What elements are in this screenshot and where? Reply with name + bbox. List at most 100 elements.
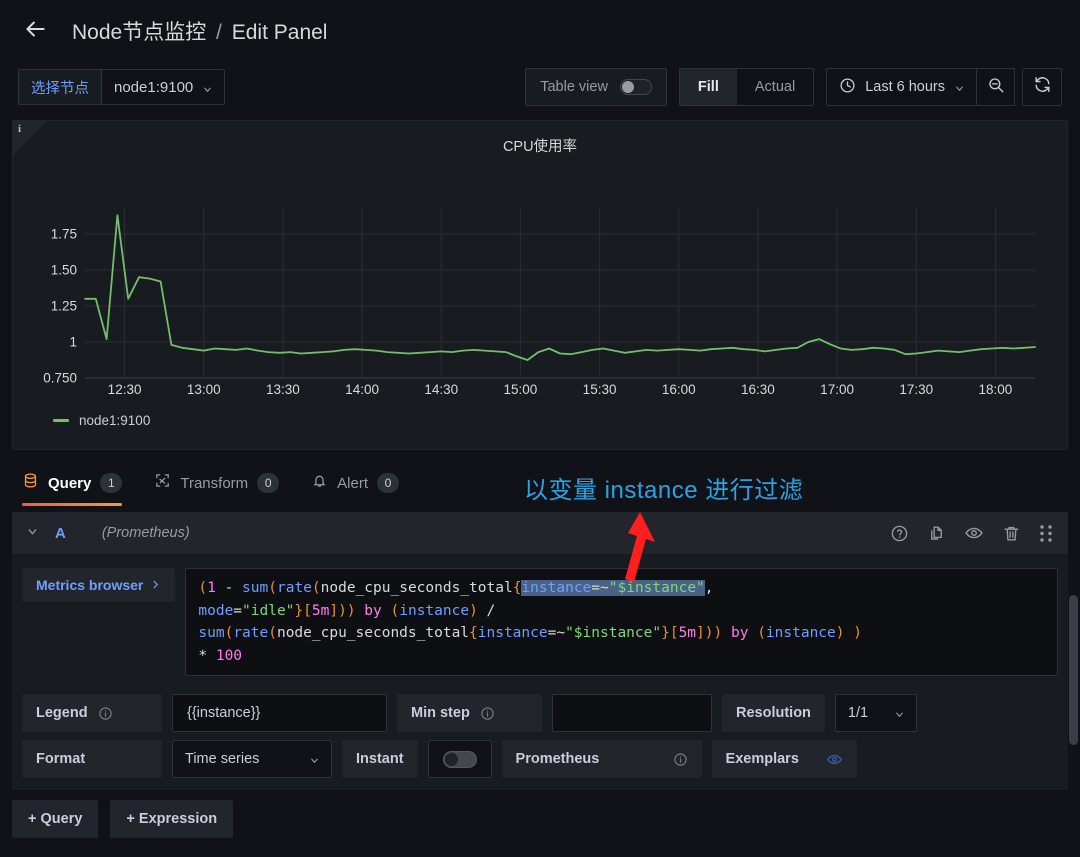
promql-token: by	[364, 602, 382, 619]
promql-token: "idle"	[242, 602, 295, 619]
page-title: Edit Panel	[231, 21, 328, 44]
metrics-browser-button[interactable]: Metrics browser	[22, 568, 176, 602]
promql-token: =	[591, 580, 601, 596]
tab-query-label: Query	[48, 474, 92, 492]
query-datasource-label: (Prometheus)	[101, 525, 190, 541]
format-label-text: Format	[36, 751, 86, 767]
drag-handle-icon[interactable]	[1039, 524, 1054, 543]
legend-input[interactable]: {{instance}}	[172, 694, 387, 732]
timeseries-chart	[84, 208, 1036, 379]
annotation-text: 以变量 instance 进行过滤	[524, 477, 804, 504]
chevron-down-icon	[894, 708, 904, 718]
instant-toggle-cell[interactable]	[427, 740, 492, 778]
y-axis-tick: 1	[69, 334, 77, 350]
info-icon[interactable]	[673, 752, 688, 767]
metrics-browser-label: Metrics browser	[36, 577, 144, 593]
promql-token: (	[311, 580, 321, 596]
resolution-select-value: 1/1	[847, 705, 869, 721]
add-expression-button[interactable]: + Expression	[110, 800, 234, 838]
toggle-knob	[444, 752, 458, 766]
format-select[interactable]: Time series	[172, 740, 332, 778]
chevron-down-icon	[202, 82, 212, 92]
breadcrumb-dashboard[interactable]: Node节点监控	[72, 21, 206, 44]
time-range-picker[interactable]: Last 6 hours	[826, 68, 977, 106]
legend-color-swatch	[53, 419, 69, 422]
promql-token: )	[469, 602, 478, 619]
refresh-button[interactable]	[1022, 68, 1062, 106]
zoom-out-icon	[987, 76, 1005, 99]
eye-icon[interactable]	[964, 523, 984, 543]
legend-label-text: Legend	[36, 705, 88, 721]
y-axis-tick: 1.75	[50, 226, 77, 242]
variable-select-value: node1:9100	[114, 78, 194, 96]
query-footer-actions: + Query + Expression	[0, 790, 1080, 838]
legend-series-label: node1:9100	[79, 413, 151, 428]
query-body: Metrics browser (1 - sum(rate(node_cpu_s…	[12, 554, 1068, 686]
promql-token: -	[224, 580, 234, 596]
promql-token: )	[853, 625, 862, 641]
table-view-label: Table view	[540, 79, 608, 95]
breadcrumb-separator: /	[216, 21, 222, 44]
transform-icon	[154, 472, 171, 494]
promql-token: (	[198, 580, 208, 596]
duplicate-icon[interactable]	[927, 524, 946, 543]
x-axis-tick: 13:30	[266, 382, 300, 397]
vertical-scrollbar[interactable]	[1069, 595, 1078, 745]
chart-legend[interactable]: node1:9100	[13, 411, 1067, 428]
instant-toggle[interactable]	[442, 750, 477, 768]
x-axis-tick: 14:30	[424, 382, 459, 397]
add-query-button[interactable]: + Query	[12, 800, 99, 838]
promql-token: )	[835, 625, 845, 641]
resolution-option-label: Resolution	[722, 694, 825, 732]
query-options-row-2: Format Time series Instant Prometheus Ex…	[22, 740, 1058, 778]
tab-transform[interactable]: Transform 0	[154, 460, 280, 506]
query-options-row-1: Legend {{instance}} Min step Resolution …	[22, 694, 1058, 732]
promql-token: )	[338, 602, 347, 619]
tab-alert-count: 0	[377, 473, 399, 493]
promql-token: )	[713, 625, 723, 641]
chart-plot-area[interactable]: 1.75 1.50 1.25 1 0.750 12:30 13:00 13:30 14:00 1…	[13, 156, 1067, 411]
promql-token: sum	[198, 625, 225, 641]
prometheus-label-text: Prometheus	[515, 751, 600, 767]
query-ref-id[interactable]: A	[55, 525, 66, 542]
table-view-toggle[interactable]	[619, 79, 652, 95]
info-icon[interactable]	[98, 706, 113, 721]
x-axis-tick: 17:30	[899, 382, 934, 397]
help-icon[interactable]	[890, 524, 909, 543]
min-step-input[interactable]	[552, 694, 712, 732]
time-range-group: Last 6 hours	[826, 68, 1062, 106]
promql-token: (	[268, 580, 277, 596]
tab-alert[interactable]: Alert 0	[311, 460, 399, 506]
exemplars-eye-icon[interactable]	[826, 751, 843, 768]
promql-token	[478, 603, 487, 619]
query-editor-section: A (Prometheus) Metrics browser (1 - sum(…	[12, 512, 1068, 790]
zoom-out-button[interactable]	[977, 68, 1015, 106]
variable-label-node: 选择节点	[18, 69, 101, 105]
info-icon[interactable]	[480, 706, 495, 721]
resolution-select[interactable]: 1/1	[834, 694, 917, 732]
actual-button[interactable]: Actual	[737, 69, 813, 105]
min-step-option-label: Min step	[397, 694, 542, 732]
y-axis-tick: 0.750	[43, 370, 77, 386]
variable-select-node[interactable]: node1:9100	[101, 69, 226, 105]
chevron-down-icon[interactable]	[26, 525, 39, 541]
panel-description-corner[interactable]: i	[13, 121, 47, 155]
promql-token: instance	[399, 602, 470, 619]
info-corner-icon: i	[18, 123, 22, 135]
promql-token: )	[704, 625, 714, 641]
promql-token: sum	[242, 580, 269, 596]
promql-token: by	[730, 625, 749, 641]
fill-actual-segmented: Fill Actual	[678, 68, 815, 106]
tab-transform-label: Transform	[180, 474, 249, 492]
promql-token	[233, 580, 242, 596]
tab-transform-count: 0	[257, 473, 280, 493]
tab-query[interactable]: Query 1	[22, 460, 123, 506]
query-row-actions	[890, 523, 1054, 543]
exemplars-option[interactable]: Exemplars	[711, 740, 857, 778]
trash-icon[interactable]	[1002, 524, 1021, 543]
promql-token: (	[224, 625, 234, 641]
back-button[interactable]	[18, 14, 52, 48]
query-options: Legend {{instance}} Min step Resolution …	[12, 694, 1068, 790]
table-view-control[interactable]: Table view	[525, 68, 667, 106]
fill-button[interactable]: Fill	[679, 69, 737, 105]
